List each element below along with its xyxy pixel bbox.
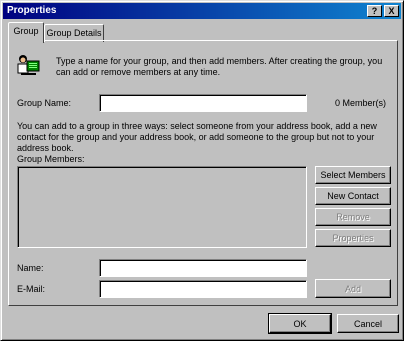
cancel-button[interactable]: Cancel [337,314,399,333]
add-button[interactable]: Add [315,279,391,298]
new-contact-button[interactable]: New Contact [315,187,391,205]
ok-button[interactable]: OK [268,313,332,334]
properties-dialog: Properties ? X Group Group Details Type … [0,0,404,341]
window-title: Properties [7,5,57,16]
tab-group-details-label: Group Details [46,28,102,38]
group-members-label: Group Members: [17,154,85,164]
group-name-input[interactable] [99,94,307,112]
member-count: 0 Member(s) [335,98,387,108]
intro-text: Type a name for your group, and then add… [56,56,383,77]
group-name-label: Group Name: [17,98,72,108]
group-people-icon [15,52,41,78]
group-members-list[interactable] [17,166,307,248]
email-input[interactable] [99,280,307,298]
name-label: Name: [17,263,44,273]
remove-button[interactable]: Remove [315,208,391,226]
close-button[interactable]: X [384,5,399,17]
name-input[interactable] [99,259,307,277]
tab-group-label: Group [13,26,39,36]
tab-group[interactable]: Group [8,22,44,43]
email-label: E-Mail: [17,284,46,294]
help-button[interactable]: ? [367,5,382,17]
tab-panel: Type a name for your group, and then add… [8,40,398,306]
properties-button[interactable]: Properties [315,229,391,247]
title-bar[interactable]: Properties ? X [3,3,401,19]
select-members-button[interactable]: Select Members [315,166,391,184]
info-text: You can add to a group in three ways: se… [17,121,377,153]
